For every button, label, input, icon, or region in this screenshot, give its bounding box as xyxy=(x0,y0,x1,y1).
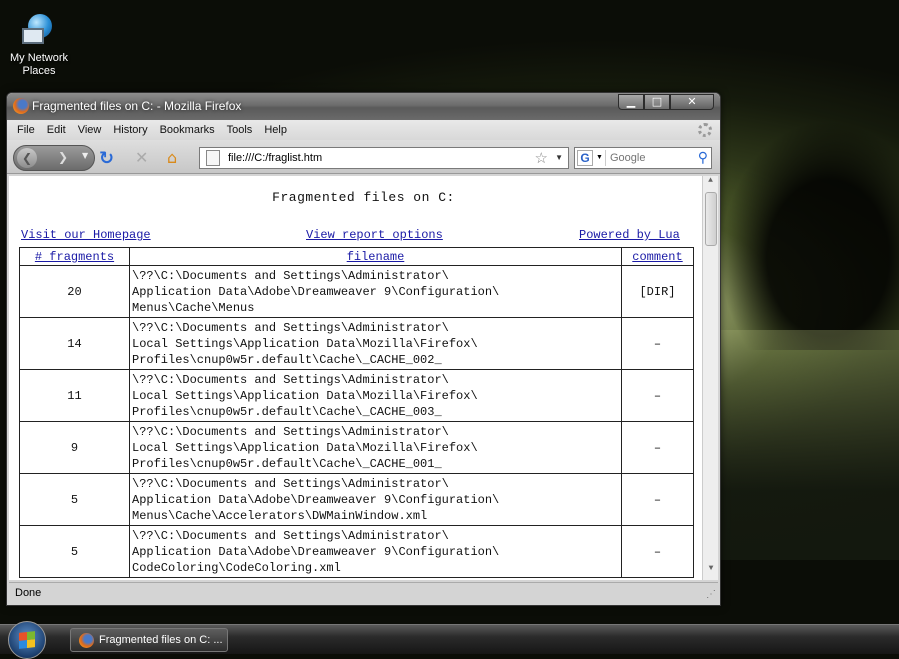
title-bar[interactable]: Fragmented files on C: - Mozilla Firefox… xyxy=(7,93,720,120)
report-options-link[interactable]: View report options xyxy=(306,228,443,242)
close-button[interactable]: ✕ xyxy=(670,94,714,110)
menu-bookmarks[interactable]: Bookmarks xyxy=(154,124,221,136)
cell-comment: – xyxy=(621,421,694,474)
table-row: 5 \??\C:\Documents and Settings\Administ… xyxy=(19,525,694,578)
table-row: 5 \??\C:\Documents and Settings\Administ… xyxy=(19,473,694,526)
firefox-icon xyxy=(79,633,94,648)
wallpaper-reflection xyxy=(720,330,899,560)
status-bar: Done ⋰ xyxy=(9,582,718,602)
vertical-scrollbar[interactable]: ▲ ▼ xyxy=(702,176,718,580)
scroll-up-arrow-icon[interactable]: ▲ xyxy=(703,176,718,190)
url-text[interactable]: file:///C:/fraglist.htm xyxy=(228,152,322,164)
table-row: 20 \??\C:\Documents and Settings\Adminis… xyxy=(19,265,694,318)
cell-filename: \??\C:\Documents and Settings\Administra… xyxy=(129,265,622,318)
search-input[interactable] xyxy=(605,150,685,166)
page-content: Fragmented files on C: Visit our Homepag… xyxy=(9,176,718,580)
status-text: Done xyxy=(15,587,42,599)
stop-button[interactable]: ✕ xyxy=(135,148,148,167)
throbber-icon xyxy=(698,123,712,137)
cell-filename: \??\C:\Documents and Settings\Administra… xyxy=(129,369,622,422)
engine-dropdown-icon[interactable]: ▼ xyxy=(596,154,603,161)
start-button[interactable] xyxy=(8,621,46,659)
cell-comment: – xyxy=(621,473,694,526)
windows-logo-icon xyxy=(19,631,35,649)
bookmark-star-icon[interactable]: ☆ xyxy=(535,149,548,167)
resize-grip-icon[interactable]: ⋰ xyxy=(706,589,716,600)
desktop-icon-label-line1: My Network xyxy=(9,52,69,64)
minimize-button[interactable]: ▁ xyxy=(618,94,644,110)
table-row: 11 \??\C:\Documents and Settings\Adminis… xyxy=(19,369,694,422)
page-heading: Fragmented files on C: xyxy=(272,190,455,205)
desktop-icon-network-places[interactable]: My Network Places xyxy=(8,14,70,78)
history-dropdown-icon[interactable]: ▼ xyxy=(82,151,88,160)
header-fragments: # fragments xyxy=(19,247,130,266)
back-button[interactable]: ❮ xyxy=(17,148,37,168)
page-links: Visit our Homepage View report options P… xyxy=(21,228,691,244)
taskbar: Fragmented files on C: ... xyxy=(0,621,899,659)
back-forward-group: ❮ ❯ ▼ xyxy=(13,145,95,171)
cell-filename: \??\C:\Documents and Settings\Administra… xyxy=(129,473,622,526)
window-title: Fragmented files on C: - Mozilla Firefox xyxy=(32,99,242,113)
url-bar[interactable]: file:///C:/fraglist.htm ☆ ▼ xyxy=(199,147,569,169)
homepage-link[interactable]: Visit our Homepage xyxy=(21,228,151,242)
search-bar: G ▼ ⚲ xyxy=(574,147,712,169)
cell-filename: \??\C:\Documents and Settings\Administra… xyxy=(129,317,622,370)
cell-comment: – xyxy=(621,525,694,578)
cell-filename: \??\C:\Documents and Settings\Administra… xyxy=(129,525,622,578)
table-header-row: # fragments filename comment xyxy=(19,247,694,266)
cell-fragments: 14 xyxy=(19,317,130,370)
table-row: 14 \??\C:\Documents and Settings\Adminis… xyxy=(19,317,694,370)
scroll-down-arrow-icon[interactable]: ▼ xyxy=(703,564,718,578)
cell-fragments: 9 xyxy=(19,421,130,474)
menu-tools[interactable]: Tools xyxy=(221,124,259,136)
scrollbar-thumb[interactable] xyxy=(705,192,717,246)
menu-edit[interactable]: Edit xyxy=(41,124,72,136)
menu-view[interactable]: View xyxy=(72,124,108,136)
table-row: 9 \??\C:\Documents and Settings\Administ… xyxy=(19,421,694,474)
search-icon[interactable]: ⚲ xyxy=(698,149,708,166)
reload-button[interactable]: ↻ xyxy=(99,148,114,169)
taskbar-button-label: Fragmented files on C: ... xyxy=(99,634,223,646)
maximize-button[interactable]: □ xyxy=(644,94,670,110)
network-places-icon xyxy=(22,14,56,48)
cell-fragments: 5 xyxy=(19,525,130,578)
sort-comment-link[interactable]: comment xyxy=(632,250,682,264)
header-filename: filename xyxy=(129,247,622,266)
cell-fragments: 20 xyxy=(19,265,130,318)
menu-help[interactable]: Help xyxy=(258,124,293,136)
firefox-window: Fragmented files on C: - Mozilla Firefox… xyxy=(6,92,721,606)
cell-comment: [DIR] xyxy=(621,265,694,318)
google-engine-icon[interactable]: G xyxy=(577,150,593,166)
menu-history[interactable]: History xyxy=(107,124,153,136)
firefox-icon xyxy=(13,98,29,114)
menu-bar: File Edit View History Bookmarks Tools H… xyxy=(7,120,720,140)
cell-comment: – xyxy=(621,317,694,370)
cell-fragments: 11 xyxy=(19,369,130,422)
home-button[interactable]: ⌂ xyxy=(167,148,177,167)
sort-filename-link[interactable]: filename xyxy=(347,250,405,264)
menu-file[interactable]: File xyxy=(11,124,41,136)
header-comment: comment xyxy=(621,247,694,266)
desktop-icon-label-line2: Places xyxy=(22,65,56,77)
page-icon xyxy=(206,150,220,166)
cell-filename: \??\C:\Documents and Settings\Administra… xyxy=(129,421,622,474)
taskbar-firefox-button[interactable]: Fragmented files on C: ... xyxy=(70,628,228,652)
cell-comment: – xyxy=(621,369,694,422)
powered-by-lua-link[interactable]: Powered by Lua xyxy=(579,228,680,242)
url-dropdown-icon[interactable]: ▼ xyxy=(555,153,563,162)
fragmented-files-table: # fragments filename comment 20 \??\C:\D… xyxy=(19,247,694,578)
sort-fragments-link[interactable]: # fragments xyxy=(35,250,114,264)
wallpaper-tree xyxy=(720,120,899,350)
cell-fragments: 5 xyxy=(19,473,130,526)
navigation-toolbar: ❮ ❯ ▼ ↻ ✕ ⌂ file:///C:/fraglist.htm ☆ ▼ … xyxy=(7,140,720,174)
forward-button[interactable]: ❯ xyxy=(58,150,68,164)
